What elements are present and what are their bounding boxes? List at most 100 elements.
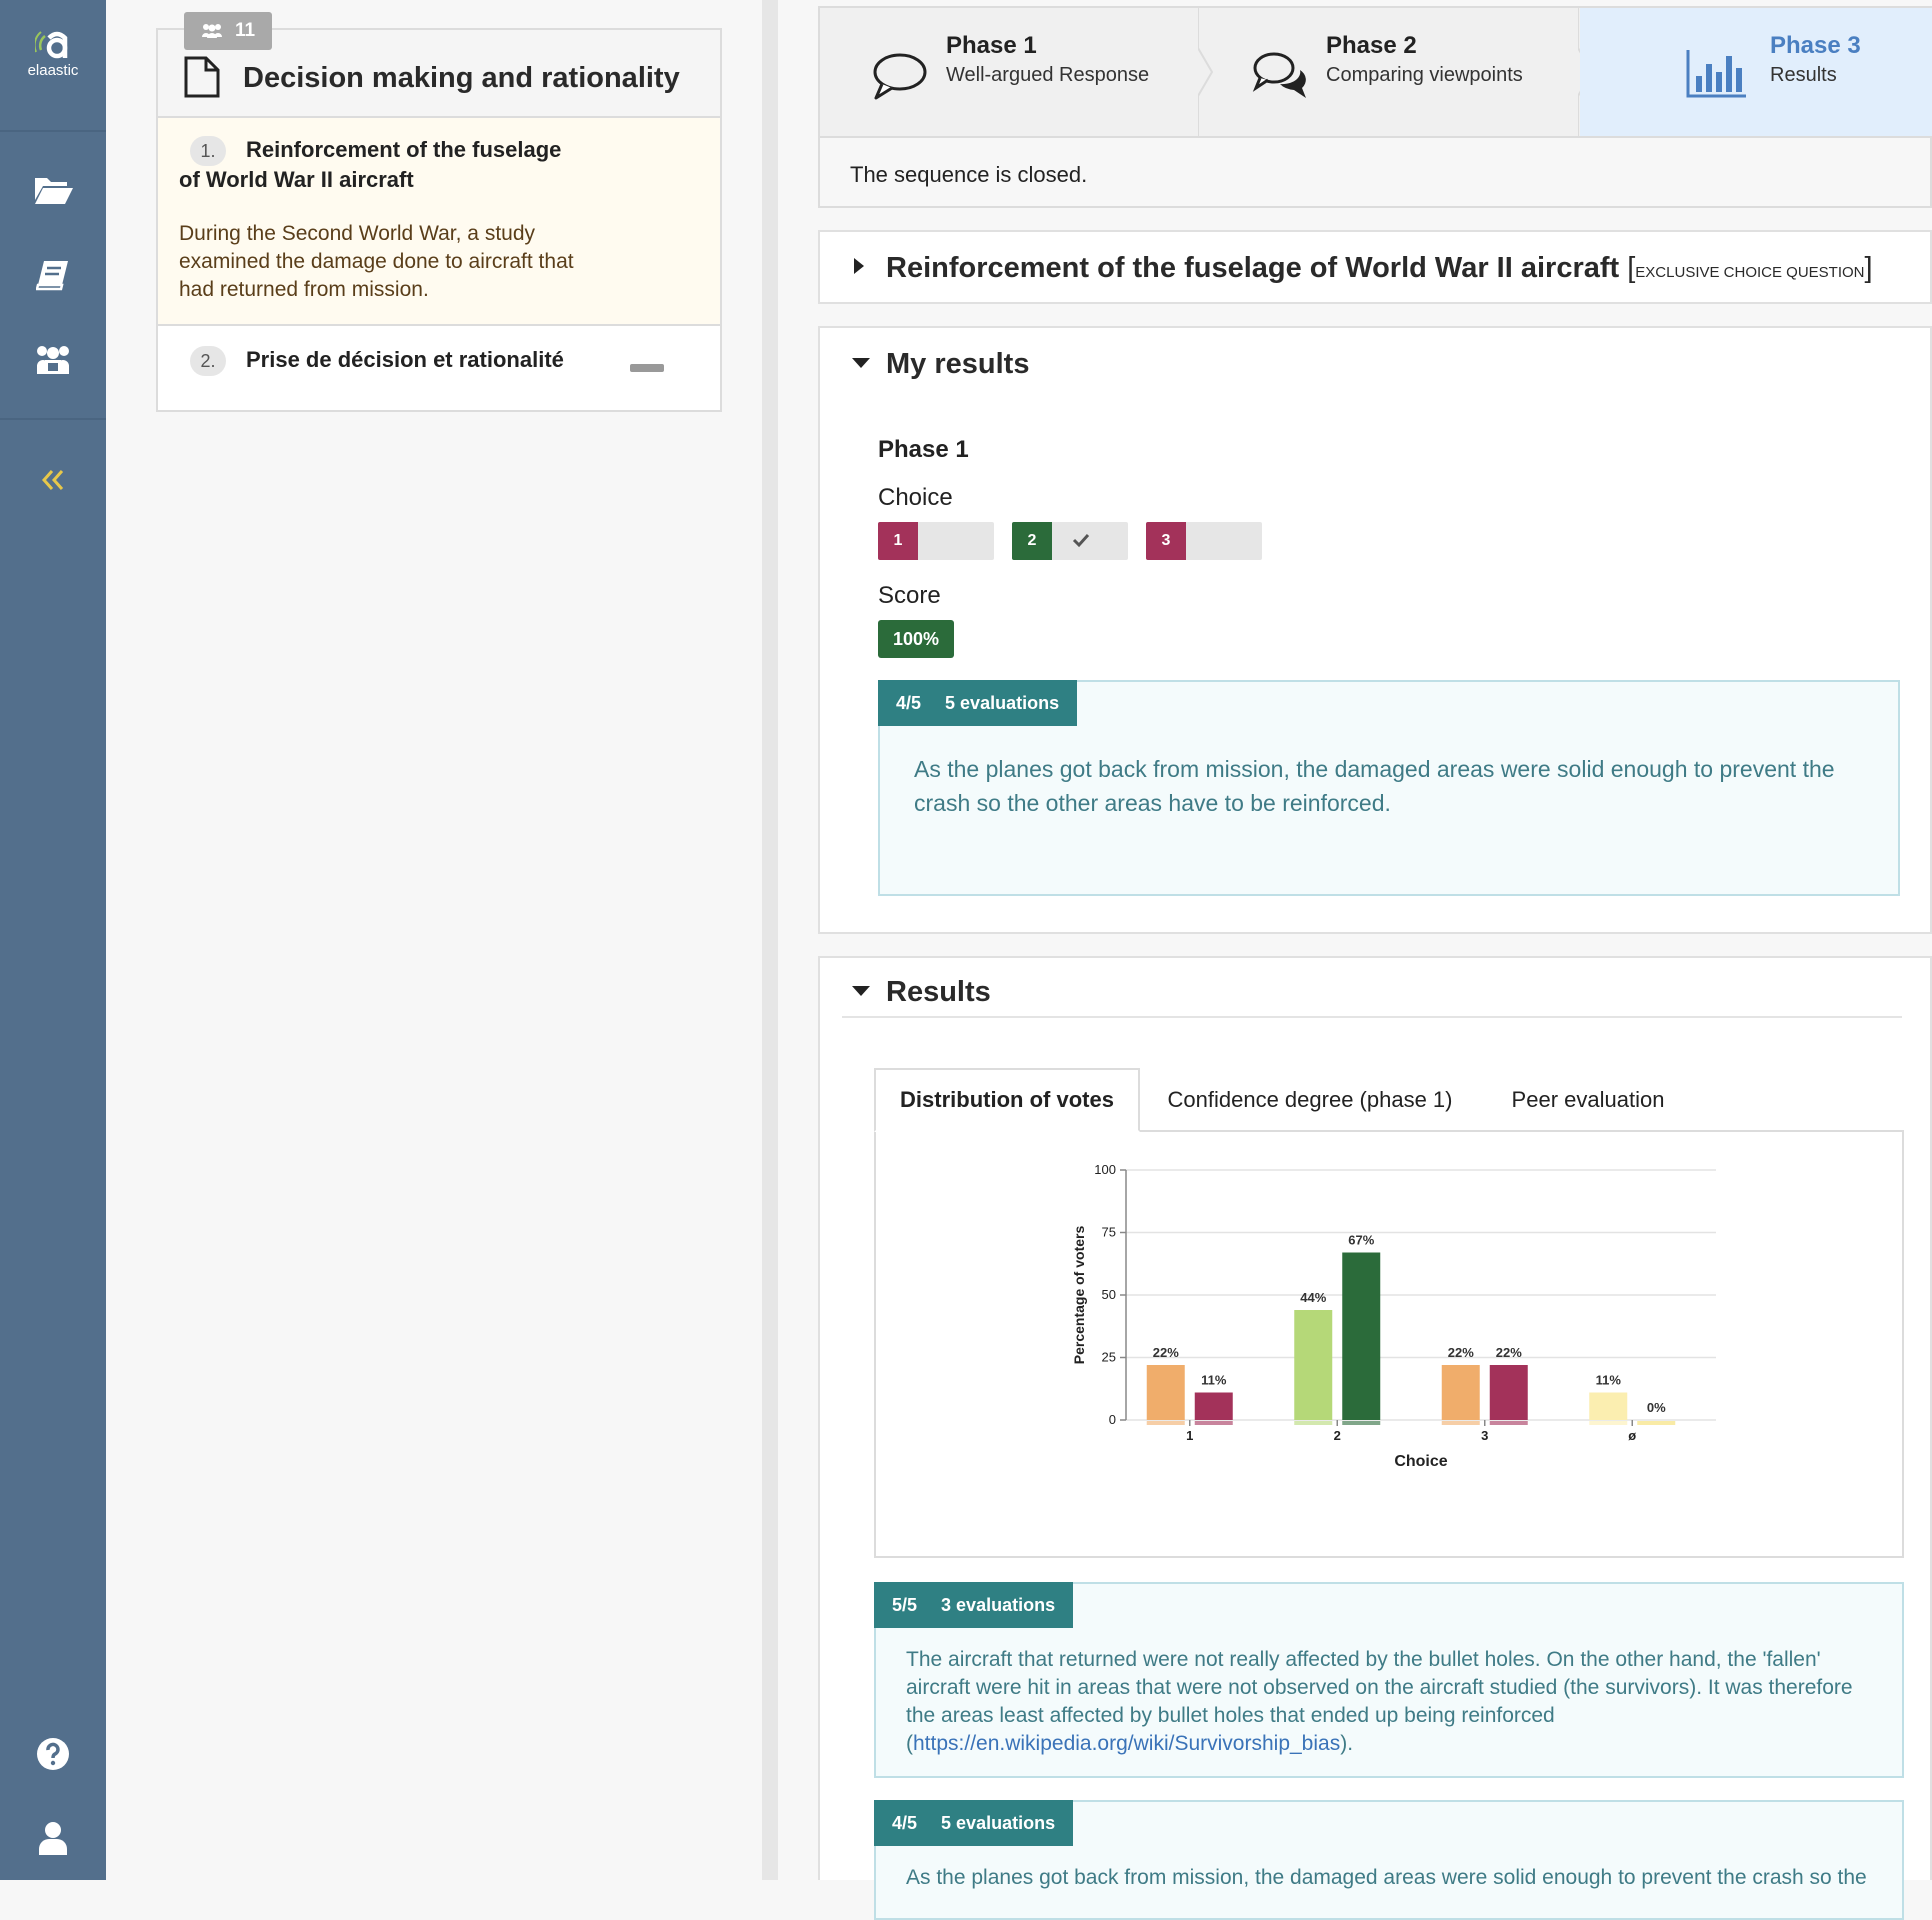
evaluation-badge: 4/5 5 evaluations [878, 680, 1078, 726]
participants-badge: 11 [184, 12, 272, 50]
evaluation-grade: 4/5 [892, 1812, 918, 1833]
bar-baseline [1146, 1421, 1185, 1425]
evaluation-grade: 5/5 [892, 1594, 918, 1615]
score-badge: 100% [878, 620, 954, 658]
choice-label: Choice [878, 484, 953, 511]
data-label: 22% [1448, 1345, 1474, 1360]
evaluation-badge: 5/5 3 evaluations [874, 1582, 1074, 1628]
tab-distribution-of-votes[interactable]: Distribution of votes [874, 1068, 1140, 1132]
users-icon [201, 24, 222, 38]
evaluation-card: 4/5 5 evaluations As the planes got back… [874, 1800, 1904, 1920]
evaluation-count: 3 evaluations [941, 1594, 1056, 1615]
question-title[interactable]: Reinforcement of the fuselage of World W… [886, 252, 1873, 285]
user-profile-button[interactable] [18, 1808, 88, 1868]
item-status-indicator [630, 364, 664, 372]
choice-number: 3 [1146, 522, 1186, 560]
sequence-title: Decision making and rationality [243, 62, 680, 94]
check-icon [1072, 533, 1090, 548]
sequence-item[interactable]: 2. Prise de décision et rationalité [158, 326, 720, 410]
bar [1146, 1365, 1185, 1420]
sidebar-item-library[interactable] [18, 246, 88, 306]
y-axis-label: Percentage of voters [1071, 1226, 1087, 1365]
bar [1194, 1392, 1233, 1420]
choice-option-2: 2 [1012, 522, 1128, 560]
sequence-item[interactable]: 1. Reinforcement of the fuselage of Worl… [158, 118, 720, 326]
phase-step-2[interactable]: Phase 2 Comparing viewpoints [1200, 8, 1580, 136]
bar [1294, 1310, 1333, 1420]
bar-chart: 0 25 50 75 100 Percentage of voters 22% 11% 1 44%… [1071, 1162, 1716, 1470]
comment-icon [873, 53, 927, 100]
document-icon [184, 56, 220, 98]
tab-peer-evaluation[interactable]: Peer evaluation [1480, 1068, 1696, 1132]
help-icon [37, 1738, 69, 1770]
y-tick-label: 50 [1102, 1287, 1116, 1302]
help-button[interactable] [18, 1724, 88, 1784]
evaluation-count: 5 evaluations [945, 692, 1060, 713]
y-tick-label: 100 [1094, 1162, 1116, 1177]
bar [1489, 1365, 1528, 1420]
expand-caret-icon[interactable] [854, 258, 864, 274]
my-results-title[interactable]: My results [886, 348, 1029, 381]
divider [842, 1016, 1902, 1018]
main-content: Phase 1 Well-argued Response Phase 2 Com… [818, 0, 1932, 1920]
phase-title: Phase 2 [1326, 32, 1417, 59]
data-label: 67% [1348, 1233, 1374, 1248]
x-axis-label: Choice [1394, 1453, 1447, 1470]
phase-subtitle: Well-argued Response [946, 64, 1150, 86]
question-type: EXCLUSIVE CHOICE QUESTION [1635, 264, 1865, 281]
choice-number: 2 [1012, 522, 1052, 560]
phase-title: Phase 3 [1770, 32, 1861, 59]
folder-open-icon [35, 178, 73, 204]
choice-option-3: 3 [1146, 522, 1262, 560]
question-type-close: ] [1864, 252, 1873, 284]
data-label: 22% [1496, 1345, 1522, 1360]
phase-subtitle: Results [1770, 64, 1837, 86]
my-results-panel: My results Phase 1 Choice 1 2 3 Score 10… [818, 326, 1932, 934]
x-tick-label: 2 [1334, 1428, 1341, 1443]
x-tick-label: 1 [1186, 1428, 1193, 1443]
evaluation-text-end: ). [1340, 1732, 1354, 1755]
question-panel[interactable]: Reinforcement of the fuselage of World W… [818, 230, 1932, 304]
tab-confidence-degree[interactable]: Confidence degree (phase 1) [1144, 1068, 1476, 1132]
sidebar-divider [0, 418, 106, 420]
sequence-card: Decision making and rationality 1. Reinf… [156, 28, 722, 412]
wikipedia-link[interactable]: https://en.wikipedia.org/wiki/Survivorsh… [913, 1732, 1340, 1755]
evaluation-card: 5/5 3 evaluations The aircraft that retu… [874, 1582, 1904, 1778]
bar-baseline [1194, 1421, 1233, 1425]
status-text: The sequence is closed. [850, 162, 1088, 187]
phase-step-3[interactable]: Phase 3 Results [1580, 8, 1932, 136]
x-tick-label: ø [1628, 1428, 1636, 1443]
book-icon [36, 261, 68, 291]
data-label: 22% [1153, 1345, 1179, 1360]
data-label: 0% [1647, 1400, 1666, 1415]
bar-baseline [1589, 1421, 1628, 1425]
sidebar-item-subjects[interactable] [18, 160, 88, 220]
y-tick-label: 75 [1102, 1225, 1116, 1240]
choice-option-1: 1 [878, 522, 994, 560]
sidebar: elaastic [0, 0, 106, 1880]
item-number: 1. [190, 136, 226, 166]
collapse-sidebar-button[interactable] [18, 450, 88, 510]
phase-subtitle: Comparing viewpoints [1326, 64, 1523, 86]
panel-resize-handle[interactable] [762, 0, 778, 1880]
vote-distribution-chart: 0 25 50 75 100 Percentage of voters 22% 11% 1 44%… [874, 1130, 1904, 1558]
evaluation-grade: 4/5 [896, 692, 922, 713]
bar-chart-icon [1686, 50, 1746, 98]
data-label: 11% [1596, 1373, 1622, 1388]
data-label: 11% [1201, 1373, 1227, 1388]
results-title[interactable]: Results [886, 976, 991, 1009]
logo[interactable]: elaastic [0, 0, 106, 130]
y-tick-label: 0 [1109, 1412, 1116, 1427]
comments-icon [1252, 52, 1306, 98]
collapse-caret-icon[interactable] [852, 358, 870, 368]
bar-baseline [1294, 1421, 1333, 1425]
user-icon [39, 1822, 67, 1855]
choice-number: 1 [878, 522, 918, 560]
collapse-caret-icon[interactable] [852, 986, 870, 996]
phase-step-1[interactable]: Phase 1 Well-argued Response [820, 8, 1200, 136]
bar-baseline [1441, 1421, 1480, 1425]
results-tabs: Distribution of votes Confidence degree … [874, 1068, 1904, 1132]
sidebar-item-courses[interactable] [18, 330, 88, 390]
evaluation-card: 4/5 5 evaluations As the planes got back… [878, 680, 1900, 896]
bar-baseline [1342, 1421, 1381, 1425]
